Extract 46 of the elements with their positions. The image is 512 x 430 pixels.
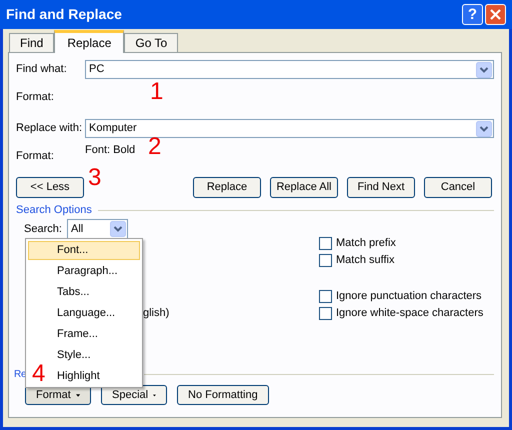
format-value: Font: Bold — [85, 143, 136, 158]
menu-item[interactable]: Font... — [28, 241, 140, 260]
action-button[interactable]: Replace All — [270, 177, 338, 198]
checkbox-label: Ignore punctuation characters — [336, 289, 482, 304]
close-icon — [490, 9, 501, 20]
help-button[interactable]: ? — [462, 4, 483, 25]
no-formatting-button[interactable]: No Formatting — [177, 385, 269, 405]
checkbox[interactable] — [319, 254, 332, 267]
format-label: Format: — [16, 90, 55, 105]
checkbox[interactable] — [319, 307, 332, 320]
close-button[interactable] — [485, 4, 506, 25]
caret-icon — [76, 394, 80, 396]
tab[interactable]: Go To — [124, 33, 178, 52]
search-label: Search: — [24, 222, 63, 237]
menu-item[interactable]: Tabs... — [57, 283, 90, 302]
section-title: Search Options — [16, 202, 92, 218]
find-what-field[interactable]: PC — [85, 60, 494, 79]
annotation-number: 4 — [32, 362, 46, 386]
field-label: Find what: — [16, 62, 68, 78]
checkbox[interactable] — [319, 290, 332, 303]
menu-item[interactable]: Frame... — [57, 325, 98, 344]
menu-item[interactable]: Paragraph... — [57, 262, 118, 281]
action-button[interactable]: Replace — [193, 177, 261, 198]
checkbox[interactable] — [319, 237, 332, 250]
action-button[interactable]: Cancel — [424, 177, 492, 198]
checkbox-label: Match prefix — [336, 236, 396, 252]
window-title: Find and Replace — [6, 5, 123, 24]
option-label: glish) — [143, 306, 170, 321]
menu-item[interactable]: Language... — [57, 304, 116, 323]
format-label: Format: — [16, 149, 55, 164]
search-select[interactable]: All — [67, 219, 128, 239]
menu-item[interactable]: Highlight — [57, 367, 100, 386]
annotation-number: 1 — [150, 80, 164, 104]
less-button[interactable]: << Less — [16, 177, 84, 198]
annotation-number: 3 — [88, 166, 102, 190]
annotation-number: 2 — [148, 135, 162, 159]
checkbox-label: Match suffix — [336, 253, 394, 268]
tab[interactable]: Replace — [54, 30, 124, 53]
field-label: Replace with: — [16, 121, 84, 136]
menu-item[interactable]: Style... — [57, 346, 91, 365]
caret-icon — [153, 394, 156, 396]
action-button[interactable]: Find Next — [347, 177, 415, 198]
tab[interactable]: Find — [9, 33, 54, 52]
replace-with-field[interactable]: Komputer — [85, 119, 494, 138]
checkbox-label: Ignore white-space characters — [336, 306, 484, 322]
dropdown-button[interactable]: Special — [101, 385, 167, 405]
